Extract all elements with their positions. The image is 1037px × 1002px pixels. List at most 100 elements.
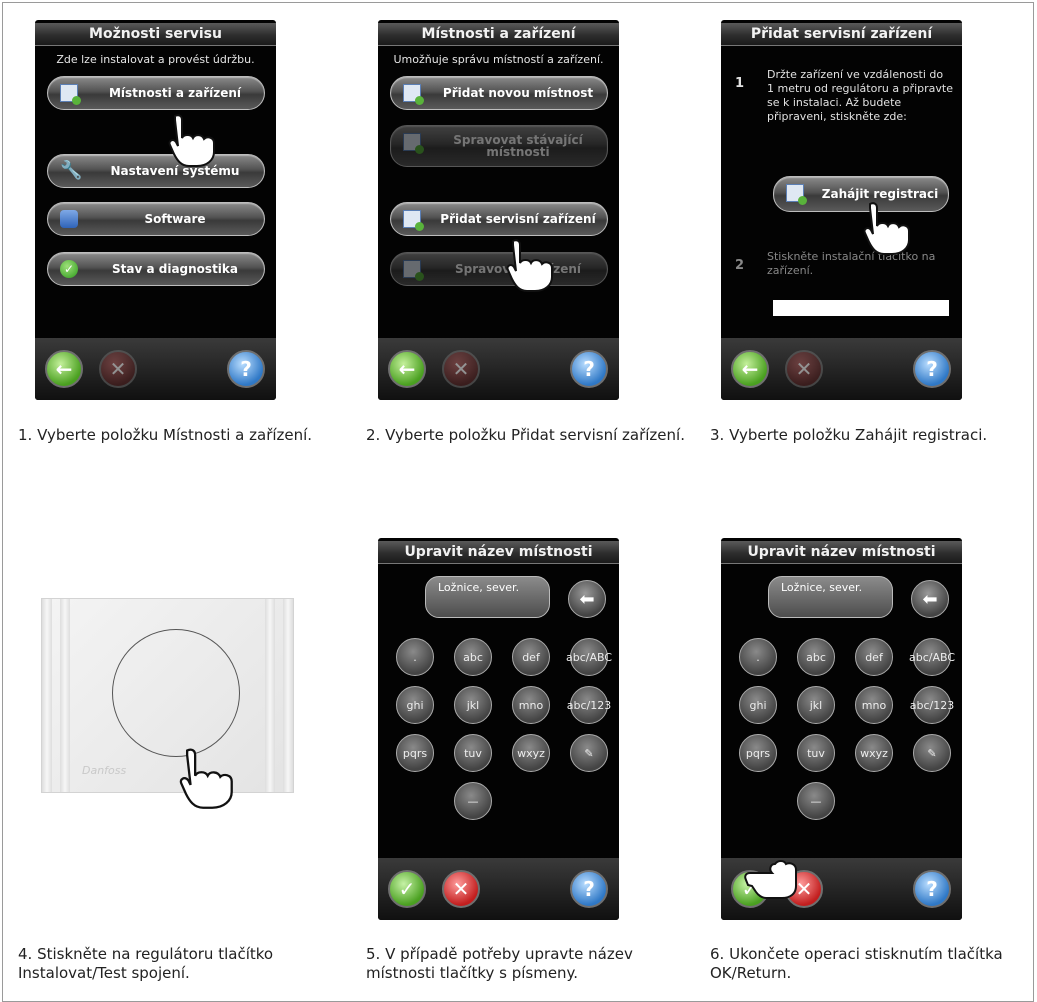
key-jkl[interactable]: jkl [454,686,492,724]
key-edit-icon[interactable]: ✎ [570,734,608,772]
screen-service-options: Možnosti servisu Zde lze instalovat a pr… [35,20,276,400]
key-tuv[interactable]: tuv [797,734,835,772]
caption-text: Vyberte položku Zahájit registraci. [729,426,988,444]
step-instruction: Držte zařízení ve vzdálenosti do 1 metru… [767,68,953,123]
step-instruction: Stiskněte instalační tlačítko na zařízen… [767,250,936,277]
caption-step-5: 5. V případě potřeby upravte název místn… [366,945,696,983]
key-jkl[interactable]: jkl [797,686,835,724]
ok-button[interactable]: ✓ [388,870,426,908]
cancel-button[interactable]: ✕ [99,350,137,388]
caption-number: 1. [18,426,33,444]
room-name-field[interactable]: Ložnice, sever. [425,576,550,618]
add-document-icon [786,184,807,205]
bottom-bar: ✓ ✕ ? [378,858,619,920]
software-button[interactable]: Software [47,202,265,236]
key-wxyz[interactable]: wxyz [855,734,893,772]
button-label: Spravovat stávající místnosti [453,133,583,159]
caption-text: Ukončete operaci stisknutím tlačítka OK/… [710,945,1003,982]
backspace-icon: ⬅ [922,588,938,610]
bottom-bar: ← ✕ ? [721,338,962,400]
key-abc[interactable]: abc [797,638,835,676]
caption-step-6: 6. Ukončete operaci stisknutím tlačítka … [710,945,1010,983]
close-icon: ✕ [109,357,127,381]
key-abc[interactable]: abc [454,638,492,676]
key-edit-icon[interactable]: ✎ [913,734,951,772]
button-label: Software [144,212,206,226]
screen-subtitle: Umožňuje správu místností a zařízení. [393,53,604,66]
room-name-field[interactable]: Ložnice, sever. [768,576,893,618]
key-tuv[interactable]: tuv [454,734,492,772]
caption-number: 3. [710,426,725,444]
close-icon: ✕ [795,357,813,381]
step-number: 1 [735,76,745,91]
install-test-button[interactable] [112,629,240,757]
cancel-button[interactable]: ✕ [442,350,480,388]
back-arrow-icon: ← [741,357,759,381]
key-numeric-toggle[interactable]: abc/123 [910,686,954,724]
help-icon: ? [583,357,595,381]
key-mno[interactable]: mno [855,686,893,724]
screen-title: Místnosti a zařízení [378,23,619,46]
cancel-button[interactable]: ✕ [442,870,480,908]
regulator-device: Danfoss [41,598,294,793]
start-registration-button[interactable]: Zahájit registraci [773,176,949,212]
key-pqrs[interactable]: pqrs [739,734,777,772]
add-room-button[interactable]: Přidat novou místnost [390,76,608,110]
checklist-icon [403,133,424,154]
help-button[interactable]: ? [913,350,951,388]
help-icon: ? [240,357,252,381]
status-diagnostics-button[interactable]: ✓ Stav a diagnostika [47,252,265,286]
key-space[interactable]: — [454,782,492,820]
key-def[interactable]: def [855,638,893,676]
screen-edit-room-name: Upravit název místnosti Ložnice, sever. … [378,538,619,920]
pointing-hand-icon [863,202,910,255]
key-case-toggle[interactable]: abc/ABC [909,638,955,676]
pointing-hand-icon [506,239,553,292]
caption-step-2: 2. Vyberte položku Přidat servisní zaříz… [366,426,686,445]
key-space[interactable]: — [797,782,835,820]
key-ghi[interactable]: ghi [739,686,777,724]
key-def[interactable]: def [512,638,550,676]
caption-text: Vyberte položku Přidat servisní zařízení… [385,426,685,444]
manage-rooms-button[interactable]: Spravovat stávající místnosti [390,125,608,167]
help-button[interactable]: ? [913,870,951,908]
key-numeric-toggle[interactable]: abc/123 [567,686,611,724]
add-document-icon [403,84,424,105]
cancel-button[interactable]: ✕ [785,350,823,388]
back-button[interactable]: ← [45,350,83,388]
screen-title: Upravit název místnosti [721,541,962,564]
key-period[interactable]: . [396,638,434,676]
pointing-hand-sideways-icon [744,860,797,899]
help-button[interactable]: ? [570,870,608,908]
back-button[interactable]: ← [731,350,769,388]
caption-text: V případě potřeby upravte název místnost… [366,945,633,982]
close-icon: ✕ [452,877,470,901]
key-pqrs[interactable]: pqrs [396,734,434,772]
add-service-device-button[interactable]: Přidat servisní zařízení [390,202,608,236]
key-case-toggle[interactable]: abc/ABC [566,638,612,676]
caption-number: 5. [366,945,381,963]
bottom-bar: ← ✕ ? [378,338,619,400]
caption-number: 6. [710,945,725,963]
backspace-button[interactable]: ⬅ [911,580,949,618]
back-button[interactable]: ← [388,350,426,388]
back-arrow-icon: ← [55,357,73,381]
key-wxyz[interactable]: wxyz [512,734,550,772]
key-mno[interactable]: mno [512,686,550,724]
help-button[interactable]: ? [570,350,608,388]
caption-text: Stiskněte na regulátoru tlačítko Instalo… [18,945,274,982]
caption-step-3: 3. Vyberte položku Zahájit registraci. [710,426,1010,445]
key-period[interactable]: . [739,638,777,676]
document-icon [403,260,424,281]
help-icon: ? [926,877,938,901]
backspace-button[interactable]: ⬅ [568,580,606,618]
manage-devices-button[interactable]: Spravovat zařízení [390,252,608,286]
help-icon: ? [583,877,595,901]
help-icon: ? [926,357,938,381]
device-edge-right [283,599,293,792]
key-ghi[interactable]: ghi [396,686,434,724]
rooms-devices-button[interactable]: Místnosti a zařízení [47,76,265,110]
help-button[interactable]: ? [227,350,265,388]
registration-progress-bar [773,300,949,316]
system-settings-button[interactable]: 🔧 Nastavení systému [47,154,265,188]
